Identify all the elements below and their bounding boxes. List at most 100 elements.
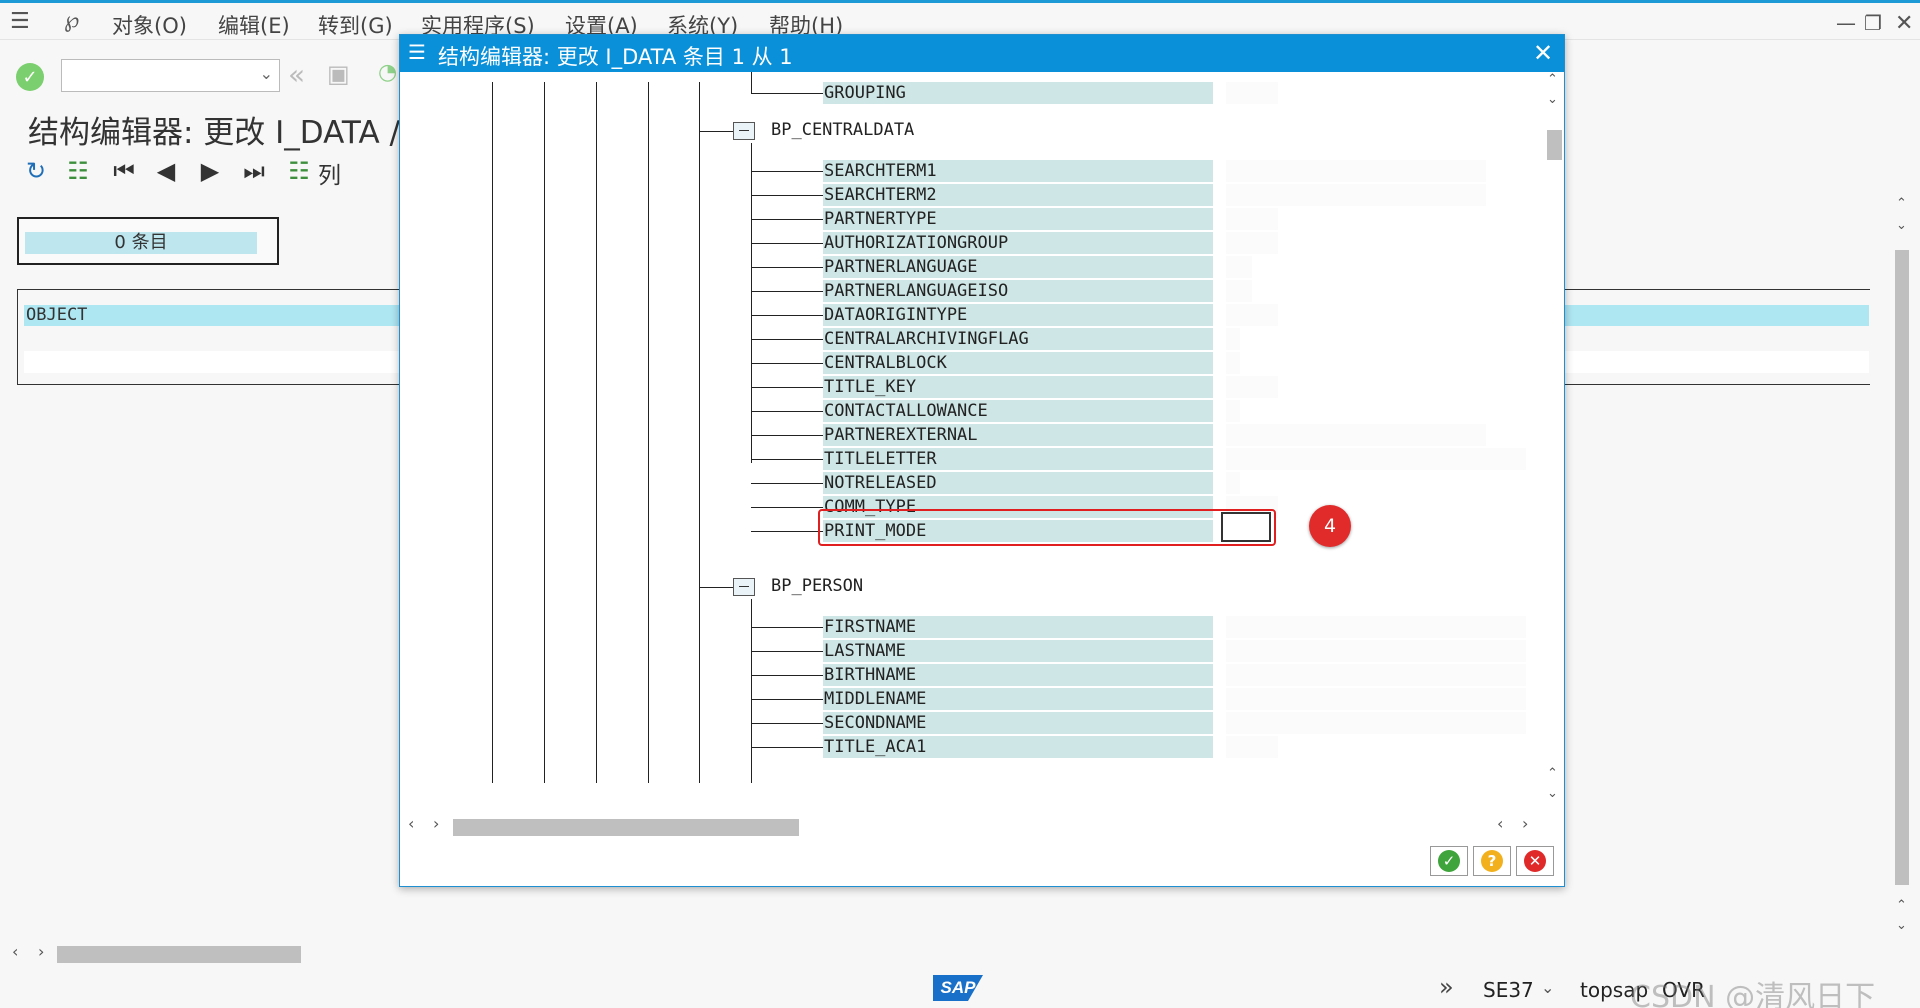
field-lastname[interactable]: LASTNAME: [823, 640, 1213, 662]
field-notreleased[interactable]: NOTRELEASED: [823, 472, 1213, 494]
tree-line: [751, 699, 823, 700]
dialog-horizontal-scroll-thumb[interactable]: [453, 819, 799, 836]
field-partnerexternal[interactable]: PARTNEREXTERNAL: [823, 424, 1213, 446]
scroll-left-icon[interactable]: ‹: [1497, 814, 1503, 833]
refresh-icon[interactable]: ↻: [20, 155, 52, 187]
save-icon[interactable]: ▣: [327, 60, 350, 88]
scroll-down-icon[interactable]: ⌄: [1547, 92, 1558, 107]
tree-line: [751, 411, 823, 412]
node-bp-person[interactable]: BP_PERSON: [771, 576, 863, 596]
field-value[interactable]: [1226, 82, 1278, 104]
node-bp-centraldata[interactable]: BP_CENTRALDATA: [771, 120, 914, 140]
main-horizontal-scroll-thumb[interactable]: [57, 946, 301, 963]
field-value[interactable]: [1226, 280, 1252, 302]
first-page-icon[interactable]: ⏮: [108, 155, 140, 187]
previous-page-icon[interactable]: ◀: [150, 155, 182, 187]
field-partnerlanguageiso[interactable]: PARTNERLANGUAGEISO: [823, 280, 1213, 302]
dialog-vertical-scrollbar[interactable]: ⌃ ⌄ ⌃ ⌄: [1545, 72, 1563, 812]
window-menu-icon[interactable]: ☰: [10, 9, 30, 34]
tree-line: [751, 363, 823, 364]
scroll-up-icon[interactable]: ⌃: [1896, 196, 1907, 211]
close-icon[interactable]: ✕: [1533, 39, 1553, 67]
menu-edit[interactable]: 编辑(E): [218, 10, 290, 40]
exit-icon[interactable]: ◔: [378, 60, 397, 85]
scroll-up-icon[interactable]: ⌃: [1547, 72, 1558, 87]
cancel-button[interactable]: ✕: [1516, 846, 1554, 876]
field-contactallowance[interactable]: CONTACTALLOWANCE: [823, 400, 1213, 422]
field-value[interactable]: [1226, 616, 1526, 638]
scroll-down-icon[interactable]: ⌄: [1896, 218, 1907, 233]
confirm-button[interactable]: ✓: [1430, 846, 1468, 876]
back-icon[interactable]: «: [288, 58, 305, 91]
column-button-label[interactable]: 列: [318, 156, 341, 190]
field-centralblock[interactable]: CENTRALBLOCK: [823, 352, 1213, 374]
chevron-down-icon[interactable]: ⌄: [260, 64, 273, 83]
field-title-aca1[interactable]: TITLE_ACA1: [823, 736, 1213, 758]
field-value[interactable]: [1226, 160, 1486, 182]
field-value[interactable]: [1226, 208, 1278, 230]
field-value[interactable]: [1226, 304, 1278, 326]
dialog-horizontal-scrollbar[interactable]: ‹ › ‹ ›: [400, 810, 1545, 838]
field-value[interactable]: [1226, 736, 1278, 758]
field-value[interactable]: [1226, 688, 1526, 710]
menu-goto[interactable]: 转到(G): [318, 10, 393, 40]
field-title-key[interactable]: TITLE_KEY: [823, 376, 1213, 398]
transaction-code[interactable]: SE37: [1483, 978, 1534, 1002]
field-partnerlanguage[interactable]: PARTNERLANGUAGE: [823, 256, 1213, 278]
field-value[interactable]: [1226, 328, 1240, 350]
scroll-left-icon[interactable]: ‹: [12, 942, 18, 961]
sap-menu-icon[interactable]: ℘: [64, 8, 79, 33]
main-vertical-scroll-thumb[interactable]: [1895, 250, 1909, 885]
field-grouping[interactable]: GROUPING: [823, 82, 1213, 104]
tree-line: [648, 82, 649, 783]
field-value[interactable]: [1226, 448, 1526, 470]
command-field[interactable]: ⌄: [61, 59, 280, 92]
field-value[interactable]: [1226, 424, 1486, 446]
field-searchterm1[interactable]: SEARCHTERM1: [823, 160, 1213, 182]
field-value[interactable]: [1226, 376, 1278, 398]
last-page-icon[interactable]: ⏭: [238, 155, 270, 187]
help-button[interactable]: ?: [1473, 846, 1511, 876]
folder-icon[interactable]: [733, 122, 755, 140]
next-page-icon[interactable]: ▶: [194, 155, 226, 187]
field-firstname[interactable]: FIRSTNAME: [823, 616, 1213, 638]
minimize-icon[interactable]: —: [1836, 11, 1856, 35]
field-value[interactable]: [1226, 232, 1278, 254]
field-authorizationgroup[interactable]: AUTHORIZATIONGROUP: [823, 232, 1213, 254]
enter-icon[interactable]: ✓: [14, 61, 46, 93]
scroll-left-icon[interactable]: ‹: [408, 814, 414, 833]
menu-object[interactable]: 对象(O): [112, 10, 187, 40]
field-titleletter[interactable]: TITLELETTER: [823, 448, 1213, 470]
field-value[interactable]: [1226, 664, 1526, 686]
field-middlename[interactable]: MIDDLENAME: [823, 688, 1213, 710]
field-value[interactable]: [1226, 640, 1526, 662]
field-centralarchivingflag[interactable]: CENTRALARCHIVINGFLAG: [823, 328, 1213, 350]
field-value[interactable]: [1226, 472, 1240, 494]
close-window-icon[interactable]: ✕: [1895, 11, 1913, 36]
field-value[interactable]: [1226, 184, 1486, 206]
expand-status-icon[interactable]: »: [1439, 973, 1454, 1001]
folder-icon[interactable]: [733, 578, 755, 596]
field-value[interactable]: [1226, 712, 1526, 734]
dialog-vertical-scroll-thumb[interactable]: [1547, 130, 1562, 160]
scroll-right-icon[interactable]: ›: [433, 814, 439, 833]
page-title: 结构编辑器: 更改 I_DATA /: [28, 115, 400, 151]
chevron-down-icon[interactable]: ⌄: [1541, 978, 1554, 997]
scroll-right-icon[interactable]: ›: [1522, 814, 1528, 833]
field-value[interactable]: [1226, 256, 1252, 278]
field-value[interactable]: [1226, 400, 1240, 422]
columns-icon[interactable]: ☷: [283, 155, 315, 187]
scroll-right-icon[interactable]: ›: [38, 942, 44, 961]
field-birthname[interactable]: BIRTHNAME: [823, 664, 1213, 686]
field-partnertype[interactable]: PARTNERTYPE: [823, 208, 1213, 230]
restore-icon[interactable]: ❐: [1864, 11, 1882, 35]
scroll-down-icon[interactable]: ⌄: [1896, 918, 1907, 933]
field-secondname[interactable]: SECONDNAME: [823, 712, 1213, 734]
scroll-up-icon[interactable]: ⌃: [1896, 898, 1907, 913]
field-dataorigintype[interactable]: DATAORIGINTYPE: [823, 304, 1213, 326]
hierarchy-icon[interactable]: ☷: [62, 155, 94, 187]
scroll-up-icon[interactable]: ⌃: [1547, 766, 1558, 781]
scroll-down-icon[interactable]: ⌄: [1547, 786, 1558, 801]
field-searchterm2[interactable]: SEARCHTERM2: [823, 184, 1213, 206]
field-value[interactable]: [1226, 352, 1240, 374]
